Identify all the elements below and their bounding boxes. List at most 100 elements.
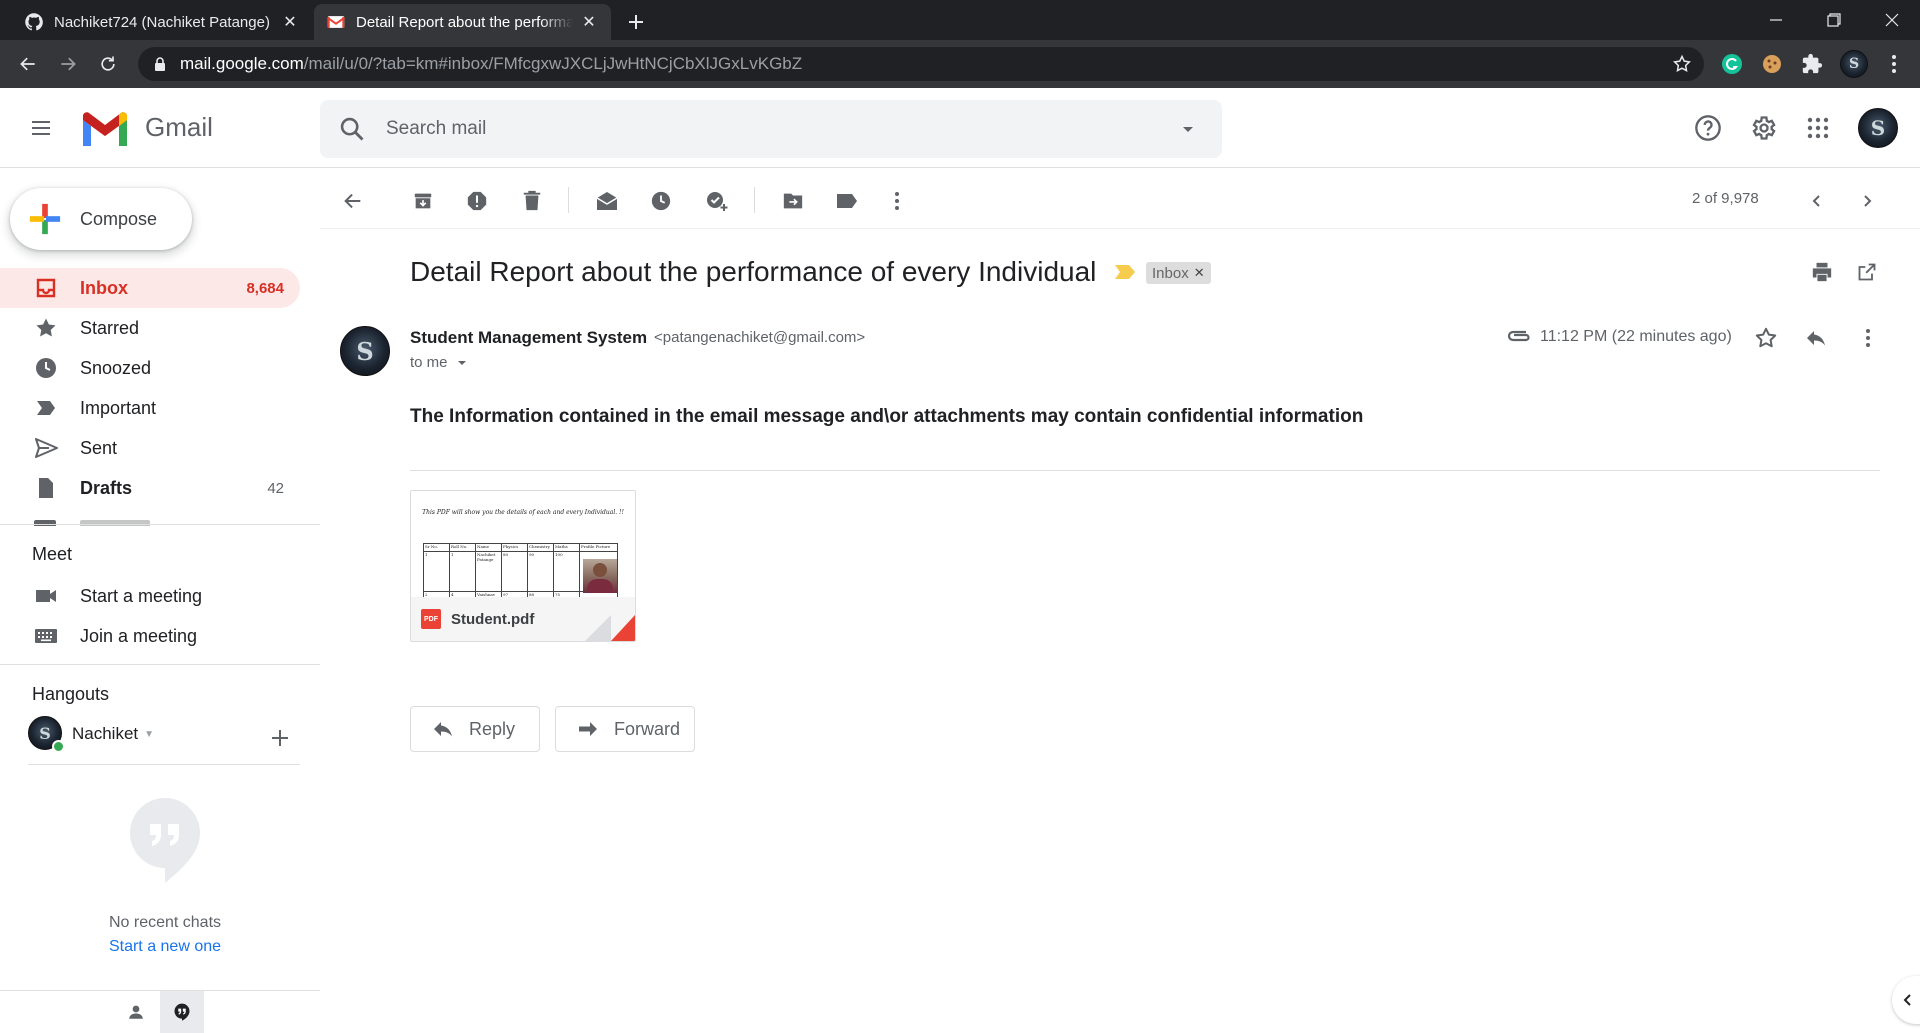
remove-label-icon[interactable]: ✕ [1194,265,1205,281]
sidebar-item-important[interactable]: Important [0,388,300,428]
forward-button[interactable]: Forward [555,706,695,752]
compose-button[interactable]: Compose [10,188,192,250]
chevron-left-icon[interactable] [1802,186,1832,216]
side-panel-toggle[interactable] [1892,976,1920,1024]
sidebar-divider [0,524,320,525]
email-subject: Detail Report about the performance of e… [410,256,1097,287]
keyboard-icon [35,629,57,643]
sidebar-item-label: Sent [80,437,118,458]
add-to-tasks-icon[interactable] [702,186,732,216]
chevron-down-icon[interactable]: ▼ [144,729,154,740]
reply-icon[interactable] [1802,324,1830,352]
toolbar-divider [754,187,755,213]
minimize-icon[interactable] [1748,0,1804,40]
restore-icon[interactable] [1806,0,1862,40]
open-new-window-icon[interactable] [1853,258,1881,286]
reply-label: Reply [469,718,516,739]
search-bar[interactable] [320,100,1222,158]
account-avatar[interactable]: S [1858,108,1898,148]
apps-grid-icon[interactable] [1798,108,1838,148]
close-icon[interactable]: ✕ [280,12,300,32]
sidebar-bottom-tabs [0,990,320,1033]
reply-button[interactable]: Reply [410,706,540,752]
more-options-icon[interactable] [882,186,912,216]
sidebar-item-starred[interactable]: Starred [0,308,300,348]
forward-label: Forward [614,718,681,739]
sidebar-item-label: Drafts [80,477,133,498]
forward-icon[interactable] [54,50,82,78]
page-fold-corner-icon [585,615,635,641]
gmail-wordmark[interactable]: Gmail [145,112,213,143]
attachments-divider [410,470,1880,471]
move-to-icon[interactable] [778,186,808,216]
chevron-right-icon[interactable] [1852,186,1882,216]
sidebar-item-snoozed[interactable]: Snoozed [0,348,300,388]
search-icon[interactable] [338,115,366,143]
sender-avatar[interactable]: S [340,326,390,376]
contacts-person-icon[interactable] [114,991,158,1033]
bookmark-star-icon[interactable] [1672,54,1692,74]
lock-icon [155,57,165,71]
star-icon[interactable] [1752,324,1780,352]
grammarly-icon[interactable] [1720,52,1744,76]
start-meeting-item[interactable]: Start a meeting [0,576,320,616]
label-icon[interactable] [832,186,862,216]
chrome-menu-icon[interactable] [1882,52,1906,76]
sender-name[interactable]: Student Management System [410,328,647,348]
start-new-chat-link[interactable]: Start a new one [0,938,330,956]
attachment-icon [1507,330,1530,342]
settings-gear-icon[interactable] [1743,108,1783,148]
close-icon[interactable]: ✕ [579,12,599,32]
gmail-logo[interactable] [80,110,130,148]
sidebar-item-sent[interactable]: Sent [0,428,300,468]
profile-photo-thumbnail [583,559,617,593]
preview-cell: Physics [501,543,528,552]
browser-toolbar: mail.google.com/mail/u/0/?tab=km#inbox/F… [0,40,1920,88]
search-options-icon[interactable] [1178,119,1198,139]
main-menu-icon[interactable] [28,116,54,140]
browser-tab-github[interactable]: Nachiket724 (Nachiket Patange) ✕ [12,4,312,40]
new-tab-icon[interactable] [624,10,648,34]
important-marker-icon[interactable] [1114,264,1136,280]
gmail-header: Gmail S [0,88,1920,168]
email-body: The Information contained in the email m… [410,406,1364,427]
back-icon[interactable] [14,50,42,78]
archive-icon[interactable] [408,186,438,216]
snooze-icon[interactable] [646,186,676,216]
address-bar[interactable]: mail.google.com/mail/u/0/?tab=km#inbox/F… [138,47,1704,81]
chevron-down-icon[interactable] [456,357,468,369]
reply-icon [434,722,452,737]
preview-cell: Name [475,543,502,552]
draft-icon [39,478,53,498]
report-spam-icon[interactable] [462,186,492,216]
browser-tab-gmail[interactable]: Detail Report about the performance of e… [314,4,611,40]
hangouts-tab-icon[interactable] [160,991,204,1033]
more-options-icon[interactable] [1854,324,1882,352]
cookie-icon[interactable] [1760,52,1784,76]
preview-cell: Roll No. [449,543,476,552]
attachment-card[interactable]: This PDF will show you the details of ea… [410,490,636,642]
hangouts-user[interactable]: S Nachiket ▼ [28,716,300,753]
delete-icon[interactable] [517,186,547,216]
back-to-inbox-icon[interactable] [338,186,368,216]
inbox-icon [36,278,56,298]
profile-avatar[interactable]: S [1840,50,1868,78]
puzzle-icon[interactable] [1800,52,1824,76]
help-icon[interactable] [1688,108,1728,148]
sidebar-item-inbox[interactable]: Inbox 8,684 [0,268,300,308]
close-window-icon[interactable] [1864,0,1920,40]
sidebar-item-drafts[interactable]: Drafts 42 [0,468,300,508]
inbox-label-chip[interactable]: Inbox ✕ [1146,262,1211,284]
recipient-details[interactable]: to me [410,354,468,371]
sidebar-item-label: Starred [80,317,140,338]
add-chat-icon[interactable] [268,726,292,750]
join-meeting-item[interactable]: Join a meeting [0,616,320,656]
print-icon[interactable] [1808,258,1836,286]
attachment-filename: Student.pdf [451,610,535,628]
mark-unread-icon[interactable] [592,186,622,216]
url-host: mail.google.com [180,54,304,73]
reload-icon[interactable] [94,50,122,78]
sidebar-item-label: Important [80,397,157,418]
search-input[interactable] [386,118,1146,140]
label-chip-text: Inbox [1152,264,1189,282]
